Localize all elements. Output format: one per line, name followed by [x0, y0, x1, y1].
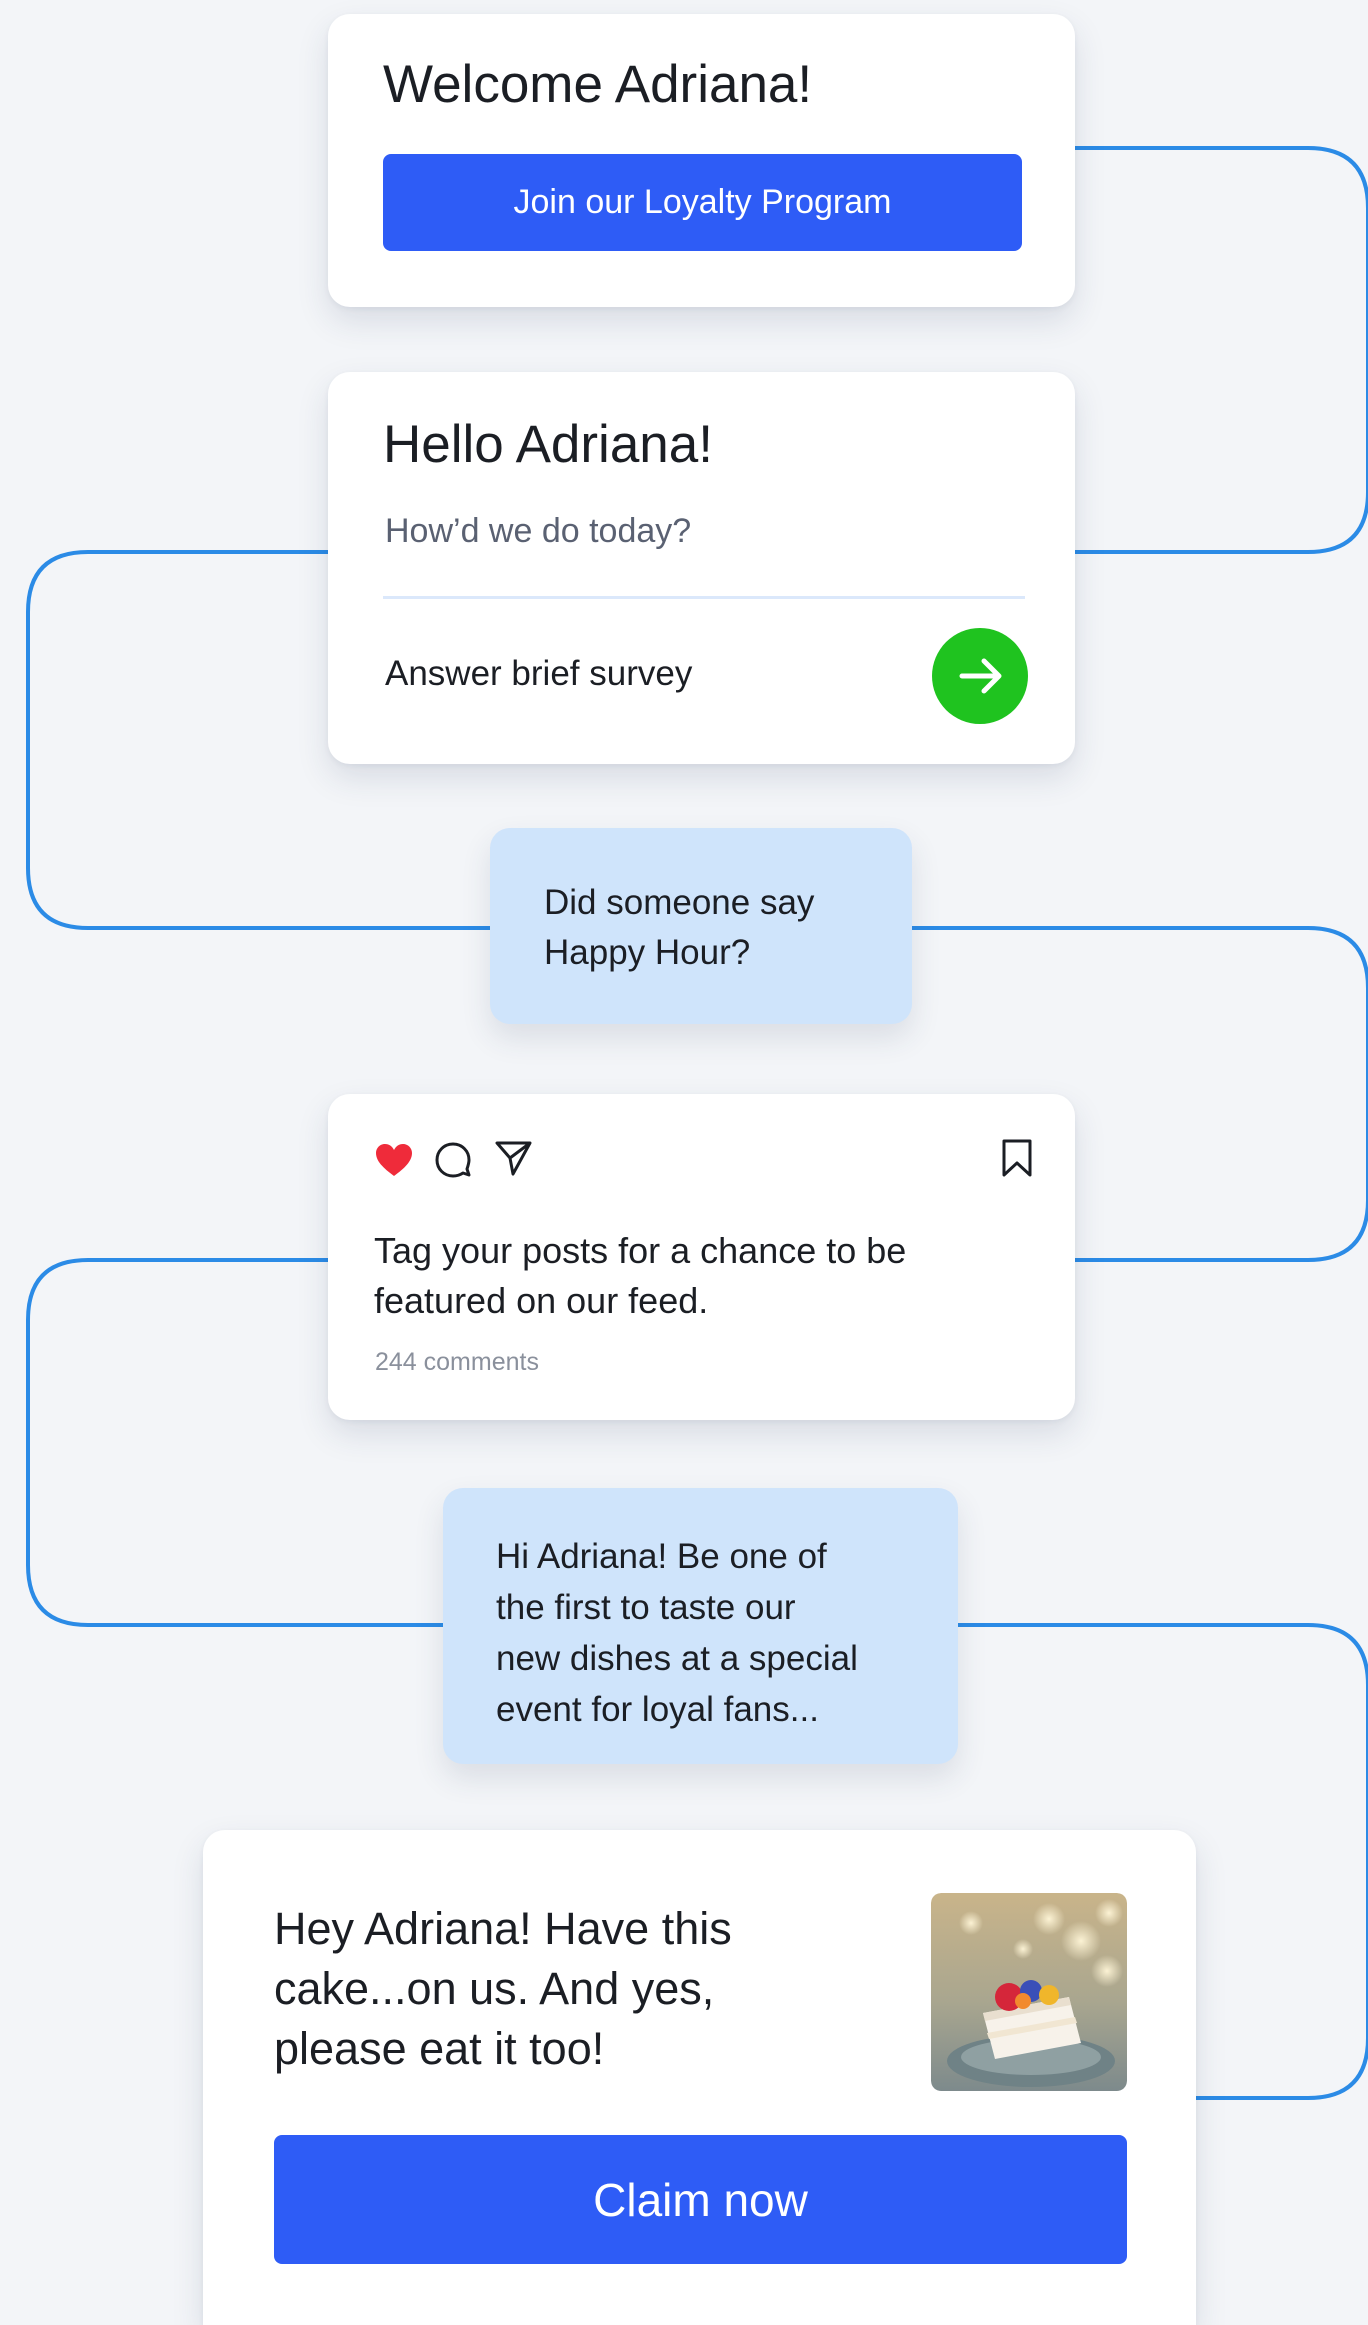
welcome-card: Welcome Adriana! Join our Loyalty Progra… — [328, 14, 1075, 307]
survey-card: Hello Adriana! How’d we do today? Answer… — [328, 372, 1075, 764]
happy-hour-line-2: Happy Hour? — [544, 933, 751, 972]
join-loyalty-button[interactable]: Join our Loyalty Program — [383, 154, 1022, 251]
event-line-1: Hi Adriana! Be one of — [496, 1537, 827, 1576]
comment-icon[interactable] — [433, 1140, 473, 1180]
arrow-right-icon — [959, 658, 1002, 694]
survey-title: Hello Adriana! — [383, 415, 713, 474]
heart-icon[interactable] — [374, 1142, 414, 1178]
send-icon[interactable] — [493, 1138, 533, 1178]
claim-now-button[interactable]: Claim now — [274, 2135, 1127, 2264]
survey-arrow-button[interactable] — [932, 628, 1028, 724]
event-line-2: the first to taste our — [496, 1588, 796, 1627]
post-caption: Tag your posts for a chance to be featur… — [374, 1226, 906, 1326]
offer-text: Hey Adriana! Have this cake...on us. And… — [274, 1899, 732, 2079]
event-line-3: new dishes at a special — [496, 1639, 858, 1678]
cake-photo — [931, 1893, 1127, 2091]
answer-survey-label[interactable]: Answer brief survey — [385, 654, 692, 694]
event-line-4: event for loyal fans... — [496, 1690, 819, 1729]
offer-line-1: Hey Adriana! Have this — [274, 1903, 732, 1954]
divider — [383, 596, 1025, 599]
post-caption-line-1: Tag your posts for a chance to be — [374, 1230, 907, 1271]
bookmark-icon[interactable] — [999, 1138, 1035, 1178]
offer-line-2: cake...on us. And yes, — [274, 1963, 715, 2014]
comment-count[interactable]: 244 comments — [375, 1348, 539, 1377]
social-post-card: Tag your posts for a chance to be featur… — [328, 1094, 1075, 1420]
survey-subtitle: How’d we do today? — [385, 512, 692, 550]
welcome-title: Welcome Adriana! — [383, 55, 813, 114]
happy-hour-line-1: Did someone say — [544, 883, 815, 922]
post-caption-line-2: featured on our feed. — [374, 1280, 709, 1321]
happy-hour-bubble: Did someone say Happy Hour? — [490, 828, 912, 1024]
offer-line-3: please eat it too! — [274, 2023, 605, 2074]
event-invite-bubble: Hi Adriana! Be one of the first to taste… — [443, 1488, 958, 1764]
cake-offer-card: Hey Adriana! Have this cake...on us. And… — [203, 1830, 1196, 2325]
